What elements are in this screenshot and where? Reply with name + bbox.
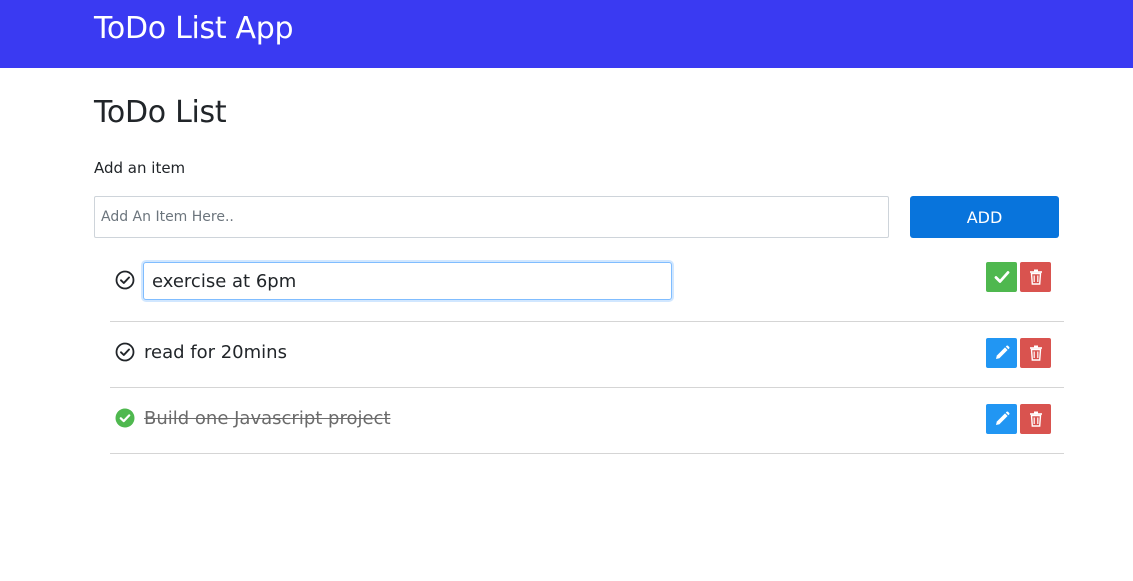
todo-item <box>110 256 1064 322</box>
app-brand[interactable]: ToDo List App <box>94 10 294 48</box>
todo-item: Build one Javascript project <box>110 388 1064 454</box>
check-circle-outline-icon[interactable] <box>115 270 135 290</box>
delete-button[interactable] <box>1020 262 1051 292</box>
add-button[interactable]: ADD <box>910 196 1059 238</box>
trash-icon <box>1029 269 1043 285</box>
todo-item: read for 20mins <box>110 322 1064 388</box>
check-circle-outline-icon[interactable] <box>115 342 135 362</box>
pencil-icon <box>994 411 1010 427</box>
check-icon <box>994 270 1010 284</box>
pencil-icon <box>994 345 1010 361</box>
todo-text-completed: Build one Javascript project <box>144 408 391 429</box>
navbar: ToDo List App <box>0 0 1133 68</box>
add-item-label: Add an item <box>94 159 186 177</box>
check-circle-filled-icon[interactable] <box>115 408 135 428</box>
delete-button[interactable] <box>1020 338 1051 368</box>
delete-button[interactable] <box>1020 404 1051 434</box>
trash-icon <box>1029 345 1043 361</box>
todo-edit-input[interactable] <box>143 262 672 300</box>
page-title: ToDo List <box>94 95 227 130</box>
todo-text: read for 20mins <box>144 342 287 363</box>
edit-button[interactable] <box>986 338 1017 368</box>
edit-button[interactable] <box>986 404 1017 434</box>
add-item-input[interactable] <box>94 196 889 238</box>
trash-icon <box>1029 411 1043 427</box>
save-button[interactable] <box>986 262 1017 292</box>
